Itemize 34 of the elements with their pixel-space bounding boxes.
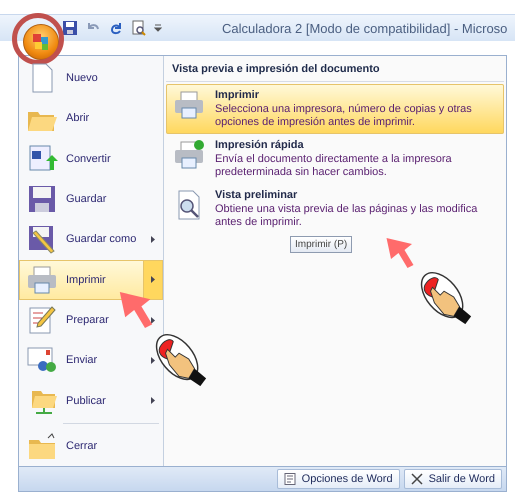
menu-item[interactable]: Guardar como [19, 219, 163, 260]
menu-item[interactable]: Convertir [19, 138, 163, 179]
menu-item[interactable]: Imprimir [19, 260, 163, 300]
submenu-item-title: Imprimir [215, 89, 260, 101]
printer-icon [173, 139, 205, 171]
submenu-item-description: Obtiene una vista previa de las páginas y las modifica antes de imprimir. [215, 203, 478, 229]
menu-item[interactable]: Nuevo [19, 58, 163, 98]
redo-icon[interactable] [108, 20, 124, 36]
menu-item[interactable]: Enviar [19, 340, 163, 380]
dropdown-icon[interactable] [154, 24, 162, 32]
menu-item[interactable]: Publicar [19, 380, 163, 421]
submenu-item-title: Impresión rápida [215, 139, 305, 151]
submenu-item-description: Selecciona una impresora, número de copias y otras opciones de impresión antes de imprimir. [215, 103, 473, 129]
window-title: Calculadora 2 [Modo de compatibilidad] - Microso [222, 20, 508, 36]
printer-icon [26, 264, 58, 296]
submenu-item-description: Envía el documento directamente a la impresora predeterminada sin hacer cambios. [215, 153, 453, 179]
options-icon [284, 473, 296, 485]
menu-item[interactable]: Abrir [19, 98, 163, 139]
close-icon [410, 473, 423, 485]
submenu-item[interactable]: Impresión rápida Envía el documento directamente a la impresora predeterminada sin hacer cambios. [166, 134, 504, 184]
submenu-item[interactable]: Vista preliminar Obtiene una vista previa de las páginas y las modifica antes de imprimir. [166, 184, 504, 234]
submenu-heading: Vista previa e impresión del documento [166, 58, 504, 82]
pointer-arrow [118, 290, 154, 330]
pointer-arrow [385, 236, 415, 270]
office-logo-icon [31, 32, 51, 52]
submenu-item[interactable]: Imprimir Selecciona una impresora, número de copias y otras opciones de impresión antes de imprimir. [166, 84, 504, 134]
print-preview-icon[interactable] [131, 20, 147, 36]
printer-icon [173, 89, 205, 121]
submenu-item-title: Vista preliminar [215, 189, 298, 201]
menu-item[interactable]: Guardar [19, 178, 163, 220]
footer-button[interactable]: Opciones de Word [276, 469, 400, 489]
menu-item[interactable]: Cerrar [19, 426, 163, 466]
tooltip: Imprimir (P) [290, 236, 352, 253]
footer-button[interactable]: Salir de Word [404, 469, 502, 489]
